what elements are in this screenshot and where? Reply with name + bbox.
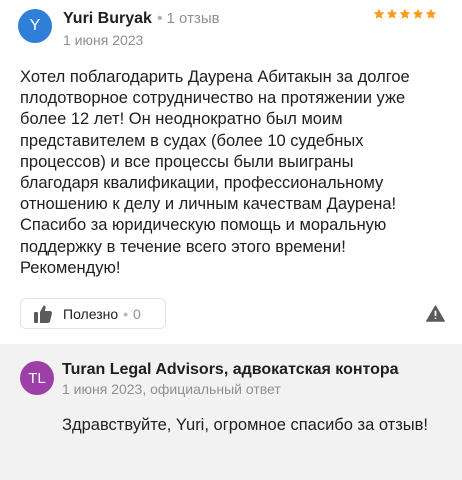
separator-dot: • (156, 10, 163, 27)
thumbs-up-icon (34, 304, 52, 323)
company-name[interactable]: Turan Legal Advisors, адвокатская контор… (62, 361, 399, 379)
separator-dot: • (123, 305, 129, 322)
author-line: Yuri Buryak • 1 отзыв (63, 10, 220, 28)
author-name[interactable]: Yuri Buryak (63, 10, 152, 27)
company-avatar[interactable]: TL (20, 361, 54, 395)
avatar[interactable]: Y (18, 9, 52, 43)
rating-stars (373, 8, 437, 20)
useful-button[interactable]: Полезно • 0 (20, 298, 166, 329)
reply-meta: 1 июня 2023, официальный ответ (62, 381, 281, 397)
reviews-count: 1 отзыв (166, 10, 220, 27)
useful-count: 0 (133, 305, 141, 322)
star-icon (399, 8, 411, 19)
star-icon (425, 8, 437, 19)
star-icon (386, 8, 398, 19)
review-text: Хотел поблагодарить Даурена Абитакын за … (20, 68, 410, 277)
company-reply: TL Turan Legal Advisors, адвокатская кон… (0, 344, 462, 480)
warning-icon[interactable] (426, 305, 445, 322)
star-icon (373, 8, 385, 19)
reply-text: Здравствуйте, Yuri, огромное спасибо за … (62, 416, 428, 434)
review-header: Y Yuri Buryak • 1 отзыв 1 июня 2023 (18, 7, 448, 48)
review-date: 1 июня 2023 (63, 32, 144, 48)
star-icon (412, 8, 424, 19)
useful-label: Полезно (63, 305, 119, 322)
